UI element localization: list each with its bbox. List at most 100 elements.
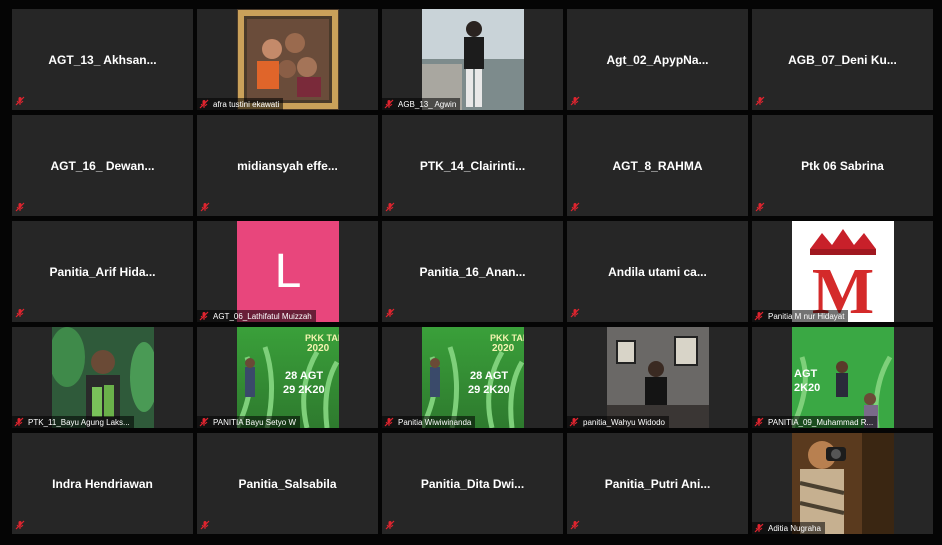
participant-name: Panitia_Arif Hida... <box>49 264 156 279</box>
participant-tile[interactable]: AGT_13_ Akhsan... <box>12 9 193 110</box>
svg-text:AGT: AGT <box>794 368 818 380</box>
participant-label: PANITIA Bayu Setyo W <box>197 416 300 428</box>
participant-label: panitia_Wahyu Widodo <box>567 416 669 428</box>
participant-label: AGT_06_Lathifatul Muizzah <box>197 310 316 322</box>
participant-tile[interactable]: PKK TANI2020 28 AGT 29 2K20 PANITIA Bayu Se… <box>197 327 378 428</box>
mic-muted-icon <box>570 96 580 106</box>
mic-muted-icon <box>754 523 764 533</box>
participant-tile[interactable]: AGT_16_ Dewan... <box>12 115 193 216</box>
participant-name: Agt_02_ApypNa... <box>606 52 709 67</box>
green-event-banner-2-video: AGT 2K20 <box>792 327 894 428</box>
participant-label: Panitia Wiwiwinanda <box>382 416 476 428</box>
mic-muted-icon <box>199 417 209 427</box>
participant-label: afra tustini ekawati <box>197 98 284 110</box>
participant-tile[interactable]: midiansyah effe... <box>197 115 378 216</box>
svg-text:28 AGT: 28 AGT <box>285 370 323 382</box>
participant-name: Panitia M nur Hidayat <box>768 311 845 321</box>
participant-tile[interactable]: PTK_11_Bayu Agung Laks... <box>12 327 193 428</box>
participant-name: AGB_07_Deni Ku... <box>788 52 897 67</box>
mic-muted-icon <box>385 520 395 530</box>
participant-name: Ptk 06 Sabrina <box>801 158 884 173</box>
participant-name: PANITIA_09_Muhammad R... <box>768 417 874 427</box>
mic-muted-icon <box>384 99 394 109</box>
mic-muted-icon <box>199 99 209 109</box>
man-by-river-video <box>422 9 524 110</box>
mic-muted-icon <box>755 96 765 106</box>
mic-muted-icon <box>569 417 579 427</box>
participant-tile[interactable]: afra tustini ekawati <box>197 9 378 110</box>
green-event-banner-video: PKK TANI2020 28 AGT 29 2K20 <box>422 327 524 428</box>
svg-text:29 2K20: 29 2K20 <box>468 384 510 396</box>
participant-tile[interactable]: PTK_14_Clairinti... <box>382 115 563 216</box>
participant-tile[interactable]: panitia_Wahyu Widodo <box>567 327 748 428</box>
mic-muted-icon <box>15 96 25 106</box>
participant-tile[interactable]: Panitia_Salsabila <box>197 433 378 534</box>
green-event-banner-video: PKK TANI2020 28 AGT 29 2K20 <box>237 327 339 428</box>
red-m-crown-logo-video: M <box>792 221 894 322</box>
participant-tile[interactable]: AGB_07_Deni Ku... <box>752 9 933 110</box>
participant-label: Panitia M nur Hidayat <box>752 310 849 322</box>
mic-muted-icon <box>385 202 395 212</box>
participant-name: midiansyah effe... <box>237 158 338 173</box>
participant-name: AGT_8_RAHMA <box>612 158 703 173</box>
avatar-letter: L <box>237 221 339 322</box>
participant-label: PANITIA_09_Muhammad R... <box>752 416 878 428</box>
participant-name: AGT_13_ Akhsan... <box>48 52 157 67</box>
participant-tile[interactable]: M Panitia M nur Hidayat <box>752 221 933 322</box>
svg-text:2K20: 2K20 <box>794 382 820 394</box>
participant-name: Panitia_Dita Dwi... <box>420 476 525 491</box>
man-with-plants-video <box>52 327 154 428</box>
svg-text:PKK TANI: PKK TANI <box>305 333 339 343</box>
participant-name: AGT_06_Lathifatul Muizzah <box>213 311 312 321</box>
mic-muted-icon <box>15 202 25 212</box>
man-with-camera-video <box>792 433 894 534</box>
svg-text:29 2K20: 29 2K20 <box>283 384 325 396</box>
participant-tile[interactable]: Ptk 06 Sabrina <box>752 115 933 216</box>
participant-name: Panitia_Putri Ani... <box>604 476 711 491</box>
mic-muted-icon <box>755 202 765 212</box>
participant-tile[interactable]: Andila utami ca... <box>567 221 748 322</box>
svg-text:2020: 2020 <box>307 343 330 354</box>
participant-tile[interactable]: AGT_8_RAHMA <box>567 115 748 216</box>
participant-tile[interactable]: AGB_13_ Agwin <box>382 9 563 110</box>
participant-tile[interactable]: AGT 2K20 PANITIA_09_Muhammad R... <box>752 327 933 428</box>
participant-tile[interactable]: Indra Hendriawan <box>12 433 193 534</box>
mic-muted-icon <box>200 202 210 212</box>
participant-name: Andila utami ca... <box>608 264 707 279</box>
participant-name: AGB_13_ Agwin <box>398 99 457 109</box>
participant-tile[interactable]: Aditia Nugraha <box>752 433 933 534</box>
participant-tile[interactable]: Panitia_16_Anan... <box>382 221 563 322</box>
participant-name: AGT_16_ Dewan... <box>50 158 155 173</box>
participant-tile[interactable]: L AGT_06_Lathifatul Muizzah <box>197 221 378 322</box>
mic-muted-icon <box>15 520 25 530</box>
participant-label: Aditia Nugraha <box>752 522 825 534</box>
participant-name: afra tustini ekawati <box>213 99 280 109</box>
family-photo-frame-video <box>237 9 339 110</box>
mic-muted-icon <box>200 520 210 530</box>
participant-name: Panitia_16_Anan... <box>419 264 526 279</box>
participant-name: panitia_Wahyu Widodo <box>583 417 665 427</box>
mic-muted-icon <box>754 417 764 427</box>
mic-muted-icon <box>199 311 209 321</box>
participant-tile[interactable]: Agt_02_ApypNa... <box>567 9 748 110</box>
mic-muted-icon <box>385 308 395 318</box>
mic-muted-icon <box>384 417 394 427</box>
mic-muted-icon <box>15 308 25 318</box>
participant-name: PANITIA Bayu Setyo W <box>213 417 296 427</box>
participant-name: PTK_14_Clairinti... <box>419 158 526 173</box>
participant-name: PTK_11_Bayu Agung Laks... <box>28 417 130 427</box>
svg-text:2020: 2020 <box>492 343 515 354</box>
participant-name: Aditia Nugraha <box>768 523 821 533</box>
participant-tile[interactable]: Panitia_Putri Ani... <box>567 433 748 534</box>
participant-label: AGB_13_ Agwin <box>382 98 461 110</box>
man-in-room-video <box>607 327 709 428</box>
participant-tile[interactable]: Panitia_Arif Hida... <box>12 221 193 322</box>
mic-muted-icon <box>570 202 580 212</box>
mic-muted-icon <box>570 308 580 318</box>
mic-muted-icon <box>14 417 24 427</box>
participant-tile[interactable]: PKK TANI2020 28 AGT 29 2K20 Panitia Wiwiwin… <box>382 327 563 428</box>
mic-muted-icon <box>570 520 580 530</box>
participant-label: PTK_11_Bayu Agung Laks... <box>12 416 134 428</box>
svg-text:PKK TANI: PKK TANI <box>490 333 524 343</box>
participant-tile[interactable]: Panitia_Dita Dwi... <box>382 433 563 534</box>
